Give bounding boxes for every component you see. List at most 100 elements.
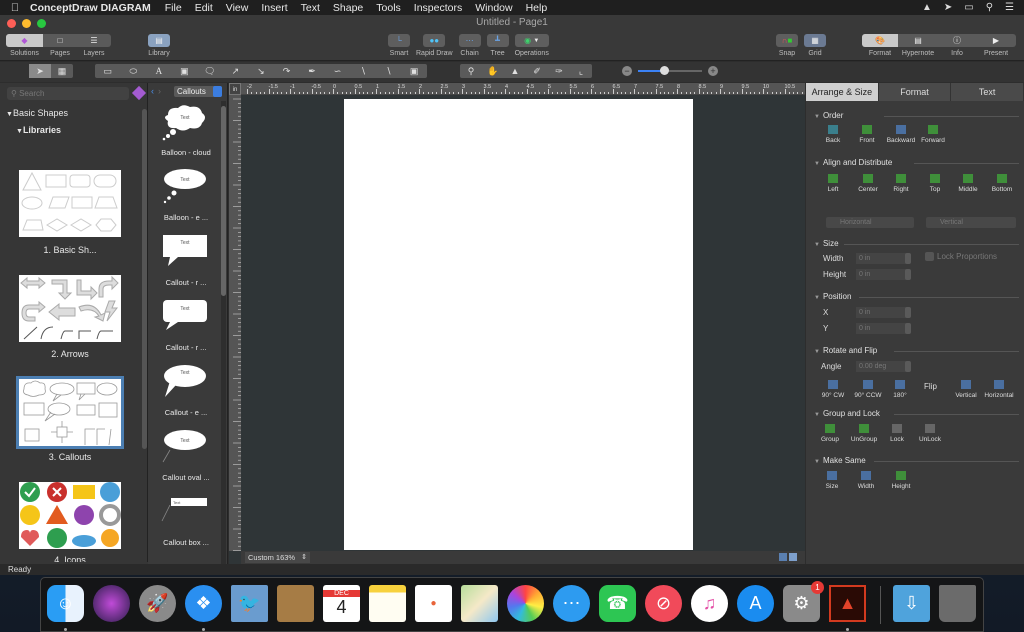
rapid-draw-button[interactable]: ●● Rapid Draw — [416, 34, 453, 57]
text-tool-icon[interactable]: A — [146, 66, 171, 76]
dock-notes-icon[interactable] — [369, 585, 406, 622]
arc-tool-icon[interactable]: ↷ — [274, 66, 299, 77]
x-stepper[interactable] — [905, 307, 911, 318]
section-position[interactable]: ▼ Position — [814, 292, 1019, 301]
vertical-ruler[interactable] — [229, 95, 241, 551]
shape-balloon-cloud[interactable]: Text — [148, 103, 224, 148]
rotate-180-button[interactable]: 180° — [883, 380, 917, 399]
height-field[interactable]: 0 in — [856, 269, 906, 280]
text-select-tool-icon[interactable]: ▦ — [51, 66, 73, 77]
dock-system-preferences-icon[interactable]: ⚙ 1 — [783, 581, 824, 622]
dock-maps-icon[interactable] — [461, 585, 498, 622]
library-select[interactable]: Callouts — [174, 86, 222, 97]
lock-proportions-checkbox[interactable]: Lock Proportions — [925, 252, 997, 262]
menu-file[interactable]: File — [165, 2, 182, 14]
align-center-button[interactable]: Center — [851, 174, 885, 193]
eyedropper-tool-icon[interactable]: ✐ — [526, 66, 548, 77]
same-height-button[interactable]: Height — [884, 471, 918, 490]
tab-arrange-size[interactable]: Arrange & Size — [806, 83, 879, 101]
app-menu[interactable]: ConceptDraw DIAGRAM — [30, 2, 151, 14]
delete-point-tool-icon[interactable]: ∖ — [376, 66, 401, 77]
lock-button[interactable]: Lock — [880, 424, 914, 443]
section-rotate-flip[interactable]: ▼ Rotate and Flip — [814, 346, 1019, 355]
menu-shape[interactable]: Shape — [333, 2, 363, 14]
rectangle-tool-icon[interactable]: ▭ — [95, 66, 120, 77]
dock-news-icon[interactable]: ⊘ — [645, 585, 682, 622]
library-button[interactable]: ▤ Library — [148, 34, 170, 57]
operations-button[interactable]: ◉ ▼ Operations — [515, 34, 549, 57]
shape-callout-oval[interactable]: Text — [148, 428, 224, 473]
tree-libraries[interactable]: ▼Libraries — [16, 125, 61, 135]
angle-field[interactable]: 0.00 deg — [856, 361, 906, 372]
width-stepper[interactable] — [905, 253, 911, 264]
display-icon[interactable]: ▭ — [964, 2, 973, 13]
distribute-horizontal-select[interactable]: Horizontal — [826, 217, 914, 228]
horizontal-ruler[interactable]: -2 -1.5 -1 -0.5 0 0.5 1 1.5 2 2.5 3 3.5 4 4.5 5 5.5 6 6.5… — [241, 83, 805, 95]
forward-icon[interactable]: › — [158, 86, 161, 96]
y-field[interactable]: 0 in — [856, 323, 906, 334]
tab-text[interactable]: Text — [951, 83, 1024, 101]
crop-tool-icon[interactable]: ⌞ — [570, 66, 592, 77]
location-icon[interactable]: ➤ — [944, 2, 952, 13]
line-tool-icon[interactable]: ↘ — [248, 66, 273, 77]
dock-downloads-folder-icon[interactable]: ⇩ — [893, 585, 930, 622]
flip-horizontal-button[interactable]: Horizontal — [982, 380, 1016, 399]
back-icon[interactable]: ‹ — [151, 86, 154, 96]
connector-tool-icon[interactable]: ▣ — [402, 66, 427, 77]
shape-callout-ellipse[interactable]: Text — [148, 363, 224, 406]
solutions-button[interactable]: ◆ Solutions — [6, 34, 43, 57]
dock-siri-icon[interactable] — [93, 585, 130, 622]
menu-window[interactable]: Window — [475, 2, 512, 14]
zoom-slider[interactable]: − + — [622, 66, 718, 76]
backward-button[interactable]: Backward — [884, 125, 918, 144]
align-middle-button[interactable]: Middle — [951, 174, 985, 193]
dock-calendar-icon[interactable]: DEC 4 — [323, 585, 360, 622]
dock-app-store-icon[interactable]: A — [737, 585, 774, 622]
smart-button[interactable]: └ Smart — [388, 34, 410, 57]
callout-tool-icon[interactable]: 🗨 — [197, 66, 222, 77]
zoom-level-select[interactable]: Custom 163% ⇕ — [245, 552, 310, 563]
menu-inspectors[interactable]: Inspectors — [414, 2, 462, 14]
same-size-button[interactable]: Size — [815, 471, 849, 490]
dock-reminders-icon[interactable]: ● — [415, 585, 452, 622]
group-button[interactable]: Group — [813, 424, 847, 443]
y-stepper[interactable] — [905, 323, 911, 334]
dock-launchpad-icon[interactable]: 🚀 — [139, 585, 176, 622]
tree-button[interactable]: ┻ Tree — [486, 34, 509, 57]
dock-trash-icon[interactable] — [939, 585, 976, 622]
solutions-home-icon[interactable] — [131, 85, 147, 101]
unlock-button[interactable]: UnLock — [913, 424, 947, 443]
multi-page-icon[interactable] — [789, 553, 797, 561]
library-scroll-thumb[interactable] — [221, 106, 226, 296]
notification-icon[interactable]: ▲ — [922, 2, 932, 13]
dock-facetime-icon[interactable]: ☎ — [599, 585, 636, 622]
present-button[interactable]: ▶ Present — [976, 34, 1016, 57]
library-thumb-basic-shapes[interactable] — [19, 170, 121, 237]
spotlight-icon[interactable]: ⚲ — [986, 2, 993, 13]
section-order[interactable]: ▼ Order — [814, 111, 1019, 120]
section-make-same[interactable]: ▼ Make Same — [814, 456, 1019, 465]
dock-contacts-icon[interactable] — [277, 585, 314, 622]
zoom-in-icon[interactable]: + — [708, 66, 718, 76]
pages-button[interactable]: □ Pages — [43, 34, 77, 57]
forward-button[interactable]: Forward — [916, 125, 950, 144]
zoom-out-icon[interactable]: − — [622, 66, 632, 76]
back-button[interactable]: Back — [816, 125, 850, 144]
distribute-vertical-select[interactable]: Vertical — [926, 217, 1016, 228]
single-page-icon[interactable] — [779, 553, 787, 561]
shape-callout-rect[interactable]: Text — [148, 233, 224, 276]
dock-safari-icon[interactable]: ❖ — [185, 585, 222, 622]
dock-conceptdraw-icon[interactable]: ▲ — [829, 585, 866, 622]
chain-button[interactable]: ⋯ Chain — [458, 34, 481, 57]
menu-tools[interactable]: Tools — [376, 2, 401, 14]
x-field[interactable]: 0 in — [856, 307, 906, 318]
angle-stepper[interactable] — [905, 361, 911, 372]
align-left-button[interactable]: Left — [816, 174, 850, 193]
menu-edit[interactable]: Edit — [195, 2, 213, 14]
zoom-tool-icon[interactable]: ⚲ — [460, 66, 482, 77]
stamp-tool-icon[interactable]: ▲ — [504, 66, 526, 76]
snap-button[interactable]: ∩ ■ Snap — [776, 34, 798, 57]
arrow-tool-icon[interactable]: ↗ — [223, 66, 248, 77]
rotate-90cw-button[interactable]: 90° CW — [816, 380, 850, 399]
menu-text[interactable]: Text — [301, 2, 320, 14]
